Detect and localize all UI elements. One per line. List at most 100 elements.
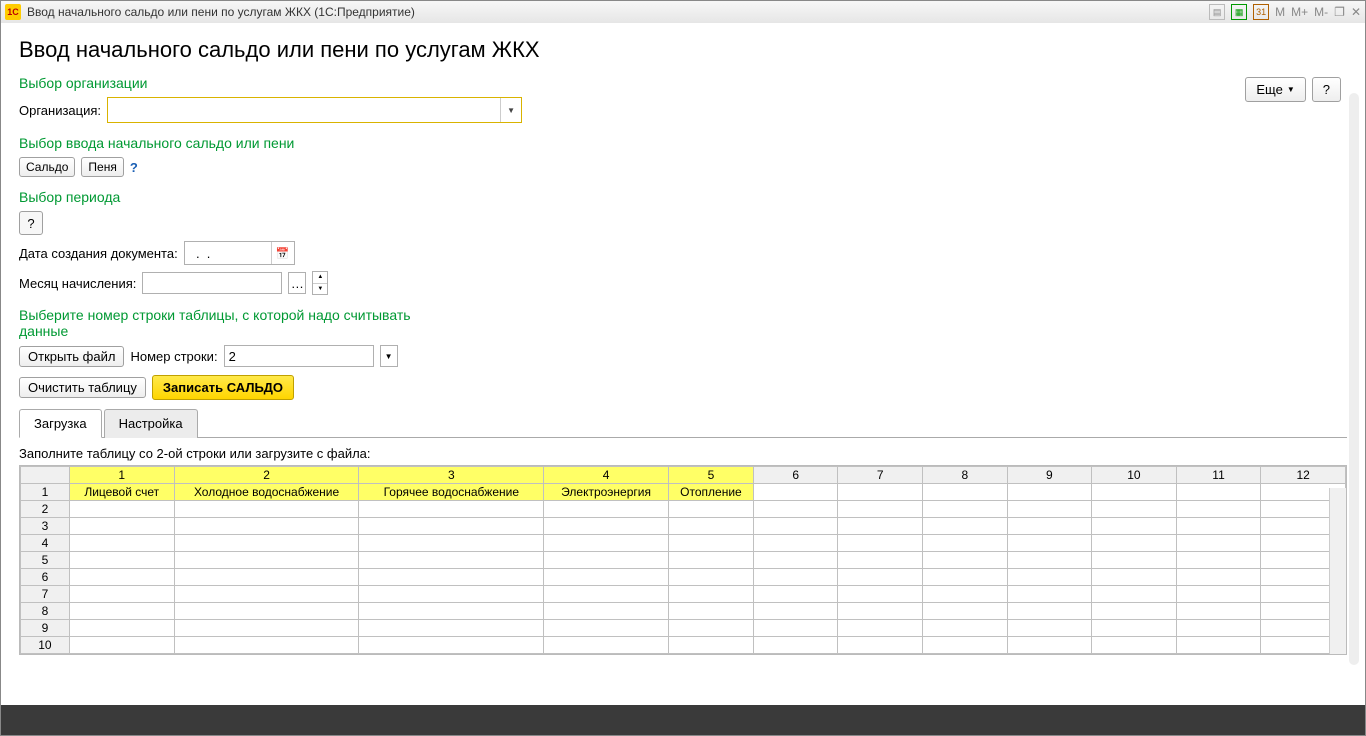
grid-row-header[interactable]: 1 (21, 484, 70, 501)
grid-cell[interactable] (668, 603, 753, 620)
doc-date-input[interactable] (185, 242, 271, 264)
grid-row-header[interactable]: 7 (21, 586, 70, 603)
grid-cell[interactable] (1092, 552, 1177, 569)
grid-cell[interactable] (923, 654, 1008, 656)
write-saldo-button[interactable]: Записать САЛЬДО (152, 375, 294, 400)
grid-cell[interactable] (1176, 637, 1261, 654)
grid-cell[interactable]: Лицевой счет (69, 484, 174, 501)
month-select-button[interactable]: … (288, 272, 306, 294)
grid-cell[interactable] (923, 620, 1008, 637)
saldo-button[interactable]: Сальдо (19, 157, 75, 177)
grid-cell[interactable] (1007, 620, 1092, 637)
grid-cell[interactable] (1007, 535, 1092, 552)
period-help-button[interactable]: ? (19, 211, 43, 235)
grid-cell[interactable] (1092, 518, 1177, 535)
grid-cell[interactable] (923, 552, 1008, 569)
calendar-icon[interactable]: 📅 (271, 242, 294, 264)
grid-cell[interactable] (544, 535, 669, 552)
grid-cell[interactable] (69, 535, 174, 552)
grid-cell[interactable] (1092, 637, 1177, 654)
grid-cell[interactable] (753, 501, 838, 518)
grid-cell[interactable] (668, 552, 753, 569)
grid-row-header[interactable]: 3 (21, 518, 70, 535)
grid-row-header[interactable]: 10 (21, 637, 70, 654)
grid-cell[interactable] (838, 637, 923, 654)
grid-cell[interactable] (1092, 603, 1177, 620)
grid-cell[interactable] (838, 501, 923, 518)
grid-cell[interactable]: Отопление (668, 484, 753, 501)
grid-cell[interactable] (544, 654, 669, 656)
row-number-dropdown[interactable]: ▼ (380, 345, 398, 367)
grid-cell[interactable] (753, 586, 838, 603)
grid-cell[interactable] (1092, 535, 1177, 552)
grid-cell[interactable] (174, 586, 359, 603)
window-restore-icon[interactable]: ❐ (1334, 5, 1345, 19)
clear-table-button[interactable]: Очистить таблицу (19, 377, 146, 398)
grid-scrollbar[interactable] (1329, 488, 1346, 654)
grid-cell[interactable] (1176, 620, 1261, 637)
grid-cell[interactable] (753, 654, 838, 656)
window-close-icon[interactable]: ✕ (1351, 5, 1361, 19)
grid-col-header[interactable]: 11 (1176, 467, 1261, 484)
grid-cell[interactable] (544, 552, 669, 569)
grid-cell[interactable] (174, 518, 359, 535)
grid-cell[interactable] (1007, 569, 1092, 586)
grid-cell[interactable] (753, 484, 838, 501)
grid-cell[interactable] (838, 518, 923, 535)
grid-col-header[interactable]: 7 (838, 467, 923, 484)
org-input[interactable] (108, 98, 500, 122)
grid-cell[interactable] (1176, 501, 1261, 518)
more-button[interactable]: Еще ▼ (1245, 77, 1305, 102)
grid-cell[interactable] (668, 620, 753, 637)
grid-cell[interactable] (359, 552, 544, 569)
grid-cell[interactable] (1092, 569, 1177, 586)
grid-cell[interactable] (753, 569, 838, 586)
grid-cell[interactable] (544, 569, 669, 586)
grid-cell[interactable] (1176, 535, 1261, 552)
calc-icon[interactable]: ▦ (1231, 4, 1247, 20)
grid-cell[interactable] (1176, 654, 1261, 656)
grid-cell[interactable]: Электроэнергия (544, 484, 669, 501)
grid-col-header[interactable]: 4 (544, 467, 669, 484)
grid-cell[interactable] (923, 586, 1008, 603)
month-spinner-down[interactable]: ▼ (313, 284, 327, 295)
month-spinner-up[interactable]: ▲ (313, 272, 327, 284)
grid-cell[interactable] (838, 484, 923, 501)
grid-col-header[interactable]: 2 (174, 467, 359, 484)
grid-col-header[interactable]: 3 (359, 467, 544, 484)
grid-cell[interactable] (1092, 484, 1177, 501)
grid-cell[interactable] (1007, 484, 1092, 501)
help-button[interactable]: ? (1312, 77, 1341, 102)
grid-cell[interactable] (923, 535, 1008, 552)
grid-cell[interactable] (544, 518, 669, 535)
grid-cell[interactable] (923, 569, 1008, 586)
grid-cell[interactable] (69, 518, 174, 535)
grid-cell[interactable] (923, 603, 1008, 620)
grid-row-header[interactable]: 11 (21, 654, 70, 656)
grid-row-header[interactable]: 6 (21, 569, 70, 586)
grid-cell[interactable] (1092, 586, 1177, 603)
grid-cell[interactable] (1176, 518, 1261, 535)
grid-cell[interactable] (838, 535, 923, 552)
doc-icon[interactable]: ▤ (1209, 4, 1225, 20)
grid-cell[interactable] (668, 586, 753, 603)
grid-cell[interactable] (69, 637, 174, 654)
grid-cell[interactable] (1007, 654, 1092, 656)
grid-cell[interactable] (544, 586, 669, 603)
grid-cell[interactable] (1176, 552, 1261, 569)
grid-cell[interactable] (69, 586, 174, 603)
grid-cell[interactable] (1007, 552, 1092, 569)
grid-row-header[interactable]: 8 (21, 603, 70, 620)
grid-cell[interactable] (1092, 620, 1177, 637)
grid-cell[interactable] (359, 569, 544, 586)
grid-cell[interactable] (1176, 484, 1261, 501)
grid-col-header[interactable]: 9 (1007, 467, 1092, 484)
open-file-button[interactable]: Открыть файл (19, 346, 124, 367)
grid-cell[interactable] (69, 654, 174, 656)
grid-cell[interactable]: Горячее водоснабжение (359, 484, 544, 501)
grid-row-header[interactable]: 4 (21, 535, 70, 552)
grid-cell[interactable] (174, 620, 359, 637)
grid-col-header[interactable]: 10 (1092, 467, 1177, 484)
grid-cell[interactable] (1007, 637, 1092, 654)
grid-col-header[interactable]: 1 (69, 467, 174, 484)
